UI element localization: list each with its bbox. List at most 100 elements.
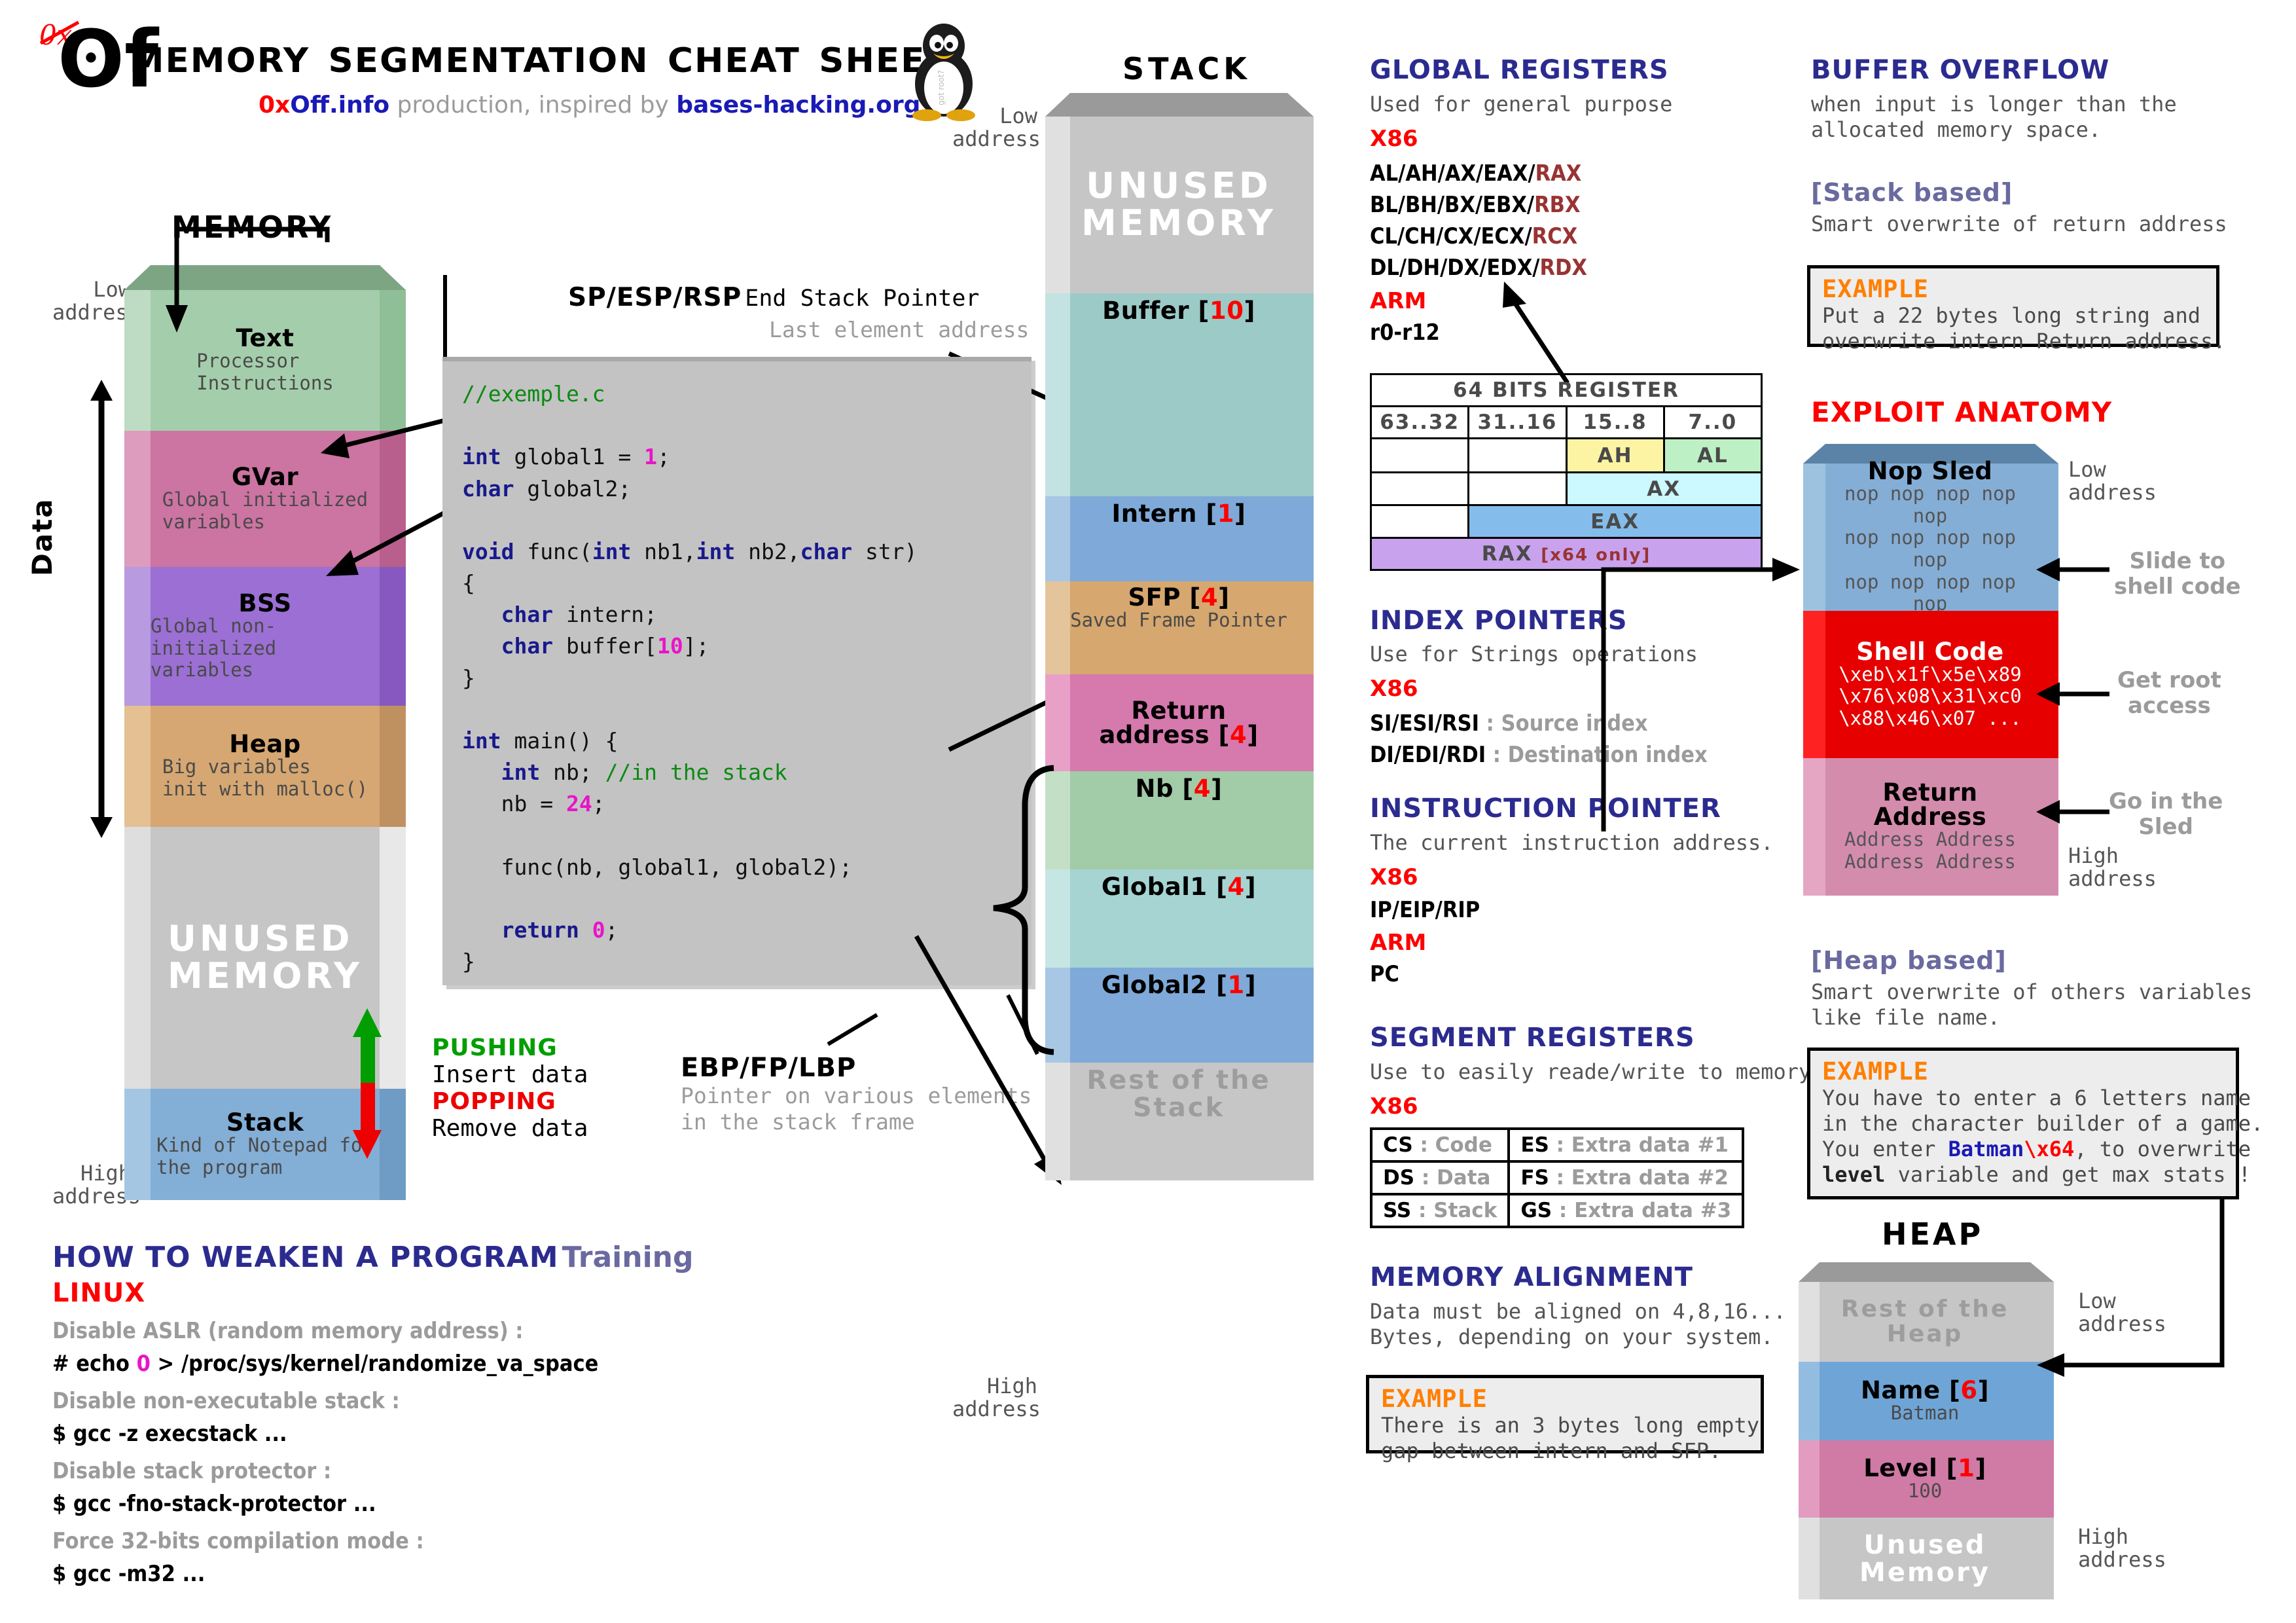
heap-low-address-label: Low address [2078, 1288, 2166, 1337]
example-text: Put a 22 bytes long string and overwrite … [1822, 303, 2226, 354]
segment-row: FS : Extra data #2 [1507, 1160, 1745, 1195]
global-registers-desc: Used for general purpose [1370, 92, 1673, 117]
page-title: Memory Segmentation Cheat Sheet [129, 27, 951, 84]
credit-baseshacking[interactable]: bases-hacking.org [676, 92, 920, 119]
ebp-pointer-name: EBP/FP/LBP [681, 1053, 857, 1083]
sp-pointer-desc: End Stack Pointer [745, 285, 980, 312]
index-pointers-row: SI/ESI/RSI : Source index [1370, 710, 1648, 737]
reg64-title: 64 BITS REGISTER [1370, 373, 1763, 407]
sp-pointer-name: SP/ESP/RSP [568, 283, 742, 312]
memory-alignment-title: MEMORY ALIGNMENT [1370, 1262, 1693, 1292]
memory-block-title: UNUSED MEMORY [168, 918, 363, 996]
heap-heading: HEAP [1882, 1216, 1984, 1252]
memory-block-title: Heap [229, 730, 301, 759]
exploit-block-sub: \xeb\x1f\x5e\x89 \x76\x08\x31\xc0 \x88\x46… [1839, 663, 2022, 729]
memory-block-sub: Global non-initialized variables [151, 615, 277, 682]
heap-block-name: Name [6] Batman [1799, 1362, 2054, 1440]
reg64-bits: 15..8 [1565, 405, 1665, 439]
instruction-pointer-title: INSTRUCTION POINTER [1370, 793, 1721, 824]
data-bracket-arrow [90, 380, 113, 838]
exploit-block-title: Shell Code [1856, 637, 2004, 666]
heap-based-desc: Smart overwrite of others variables like … [1811, 979, 2253, 1030]
credit-offinfo[interactable]: Off.info [290, 92, 389, 119]
memory-low-address-label: Low address [52, 277, 141, 325]
stack-based-desc: Smart overwrite of return address [1811, 211, 2227, 236]
code-line: void func(int nb1,int nb2,char str) [462, 538, 918, 564]
buffer-overflow-title: BUFFER OVERFLOW [1811, 55, 2110, 85]
segment-row: ES : Extra data #1 [1507, 1127, 1745, 1163]
heap-block-title: Unused Memory [1859, 1529, 1990, 1588]
reg64-cell-al: AL [1662, 437, 1763, 473]
weaken-title-row: HOW TO WEAKEN A PROGRAM Training [52, 1241, 693, 1274]
stack-block-nb: Nb [4] [1045, 771, 1314, 869]
instruction-pointer-arm: PC [1370, 961, 1399, 987]
stack-high-address-label: High address [952, 1374, 1041, 1422]
heap-block-title: Rest of the Heap [1840, 1296, 2009, 1347]
memory-block-sub: Big variables init with malloc() [162, 756, 368, 800]
global-registers-arch-arm: ARM [1370, 288, 1427, 314]
index-pointers-row: DI/EDI/RDI : Destination index [1370, 742, 1708, 768]
heap-based-label: [Heap based] [1811, 946, 2007, 975]
example-text-line: You have to enter a 6 letters name [1822, 1085, 2251, 1110]
memory-block-gvar: GVar Global initialized variables [124, 431, 406, 567]
exploit-note-slide: Slide to shell code [2114, 548, 2241, 600]
code-line: } [462, 949, 475, 975]
segment-registers-desc: Use to easily reade/write to memory [1370, 1059, 1812, 1084]
weaken-title-suffix: Training [562, 1241, 694, 1274]
heap-block-level: Level [1] 100 [1799, 1440, 2054, 1518]
weaken-item-label: Disable stack protector : [52, 1458, 332, 1484]
segment-row: CS : Code [1369, 1127, 1511, 1163]
memory-high-address-label: High address [52, 1161, 141, 1209]
code-line: char intern; [501, 602, 658, 628]
global-registers-arch-x86: X86 [1370, 126, 1418, 152]
memory-block-title: Text [236, 324, 295, 353]
index-pointers-arch: X86 [1370, 676, 1418, 702]
stack-block-title: Rest of the Stack [1086, 1065, 1271, 1123]
svg-text:0x: 0x [39, 19, 73, 51]
stack-block-title: Global1 [4] [1101, 873, 1257, 901]
memory-block-heap: Heap Big variables init with malloc() [124, 706, 406, 827]
heap-high-address-label: High address [2078, 1524, 2166, 1573]
instruction-pointer-desc: The current instruction address. [1370, 830, 1774, 855]
code-block: //exemple.c int global1 = 1; char global… [442, 357, 1031, 985]
pushing-label: PUSHING [432, 1034, 558, 1061]
segment-row: SS : Stack [1369, 1193, 1511, 1228]
memory-block-title: GVar [231, 462, 299, 491]
reg64-cell-ax: AX [1565, 471, 1763, 506]
exploit-block-shellcode: Shell Code \xeb\x1f\x5e\x89 \x76\x08\x31\… [1803, 611, 2058, 758]
memory-block-sub: Processor Instructions [196, 350, 334, 394]
reg64-bits: 7..0 [1662, 405, 1763, 439]
example-text-line: in the character builder of a game. [1822, 1111, 2264, 1137]
heap-block-title: Name [6] [1860, 1376, 1990, 1404]
heap-column: Rest of the Heap Name [6] Batman Level [1… [1799, 1262, 2054, 1609]
exploit-block-returnaddress: Return Address Address Address Address Ad… [1803, 758, 2058, 896]
push-pop-legend: PUSHING Insert data POPPING Remove data [432, 1034, 588, 1142]
exploit-block-title2: Address [1873, 803, 1987, 831]
credit-line: 0xOff.info production, inspired by bases… [259, 92, 920, 119]
exploit-note-sled: Go in the Sled [2109, 788, 2223, 841]
instruction-pointer-arch-arm: ARM [1370, 930, 1427, 956]
stack-block-unused: UNUSED MEMORY [1045, 117, 1314, 293]
memory-block-stack: Stack Kind of Notepad for the program [124, 1089, 406, 1200]
exploit-block-sub: Address Address Address Address [1844, 828, 2016, 873]
sp-pointer-label: SP/ESP/RSP End Stack Pointer [568, 283, 980, 312]
memory-block-sub: Global initialized variables [162, 488, 368, 533]
exploit-block-title: Return [1882, 778, 1978, 807]
example-text-line: level variable and get max stats ! [1822, 1162, 2251, 1188]
memory-block-unused: UNUSED MEMORY [124, 827, 406, 1089]
exploit-anatomy-title: EXPLOIT ANATOMY [1811, 396, 2113, 428]
credit-production: production, inspired by [389, 92, 677, 119]
memory-top-face [124, 265, 151, 290]
weaken-item-label: Disable ASLR (random memory address) : [52, 1318, 524, 1344]
stack-based-label: [Stack based] [1811, 178, 2013, 207]
stack-block-title: Intern [1] [1111, 500, 1246, 528]
stack-block-sub: Saved Frame Pointer [1070, 609, 1287, 631]
global-registers-row: CL/CH/CX/ECX/RCX [1370, 223, 1578, 249]
exploit-block-sub: nop nop nop nop nop nop nop nop nop nop no… [1844, 483, 2016, 615]
example-label: EXAMPLE [1822, 275, 1929, 303]
stack-block-global2: Global2 [1] [1045, 968, 1314, 1063]
stack-block-title: Nb [4] [1135, 775, 1223, 803]
stack-block-buffer: Buffer [10] [1045, 293, 1314, 496]
